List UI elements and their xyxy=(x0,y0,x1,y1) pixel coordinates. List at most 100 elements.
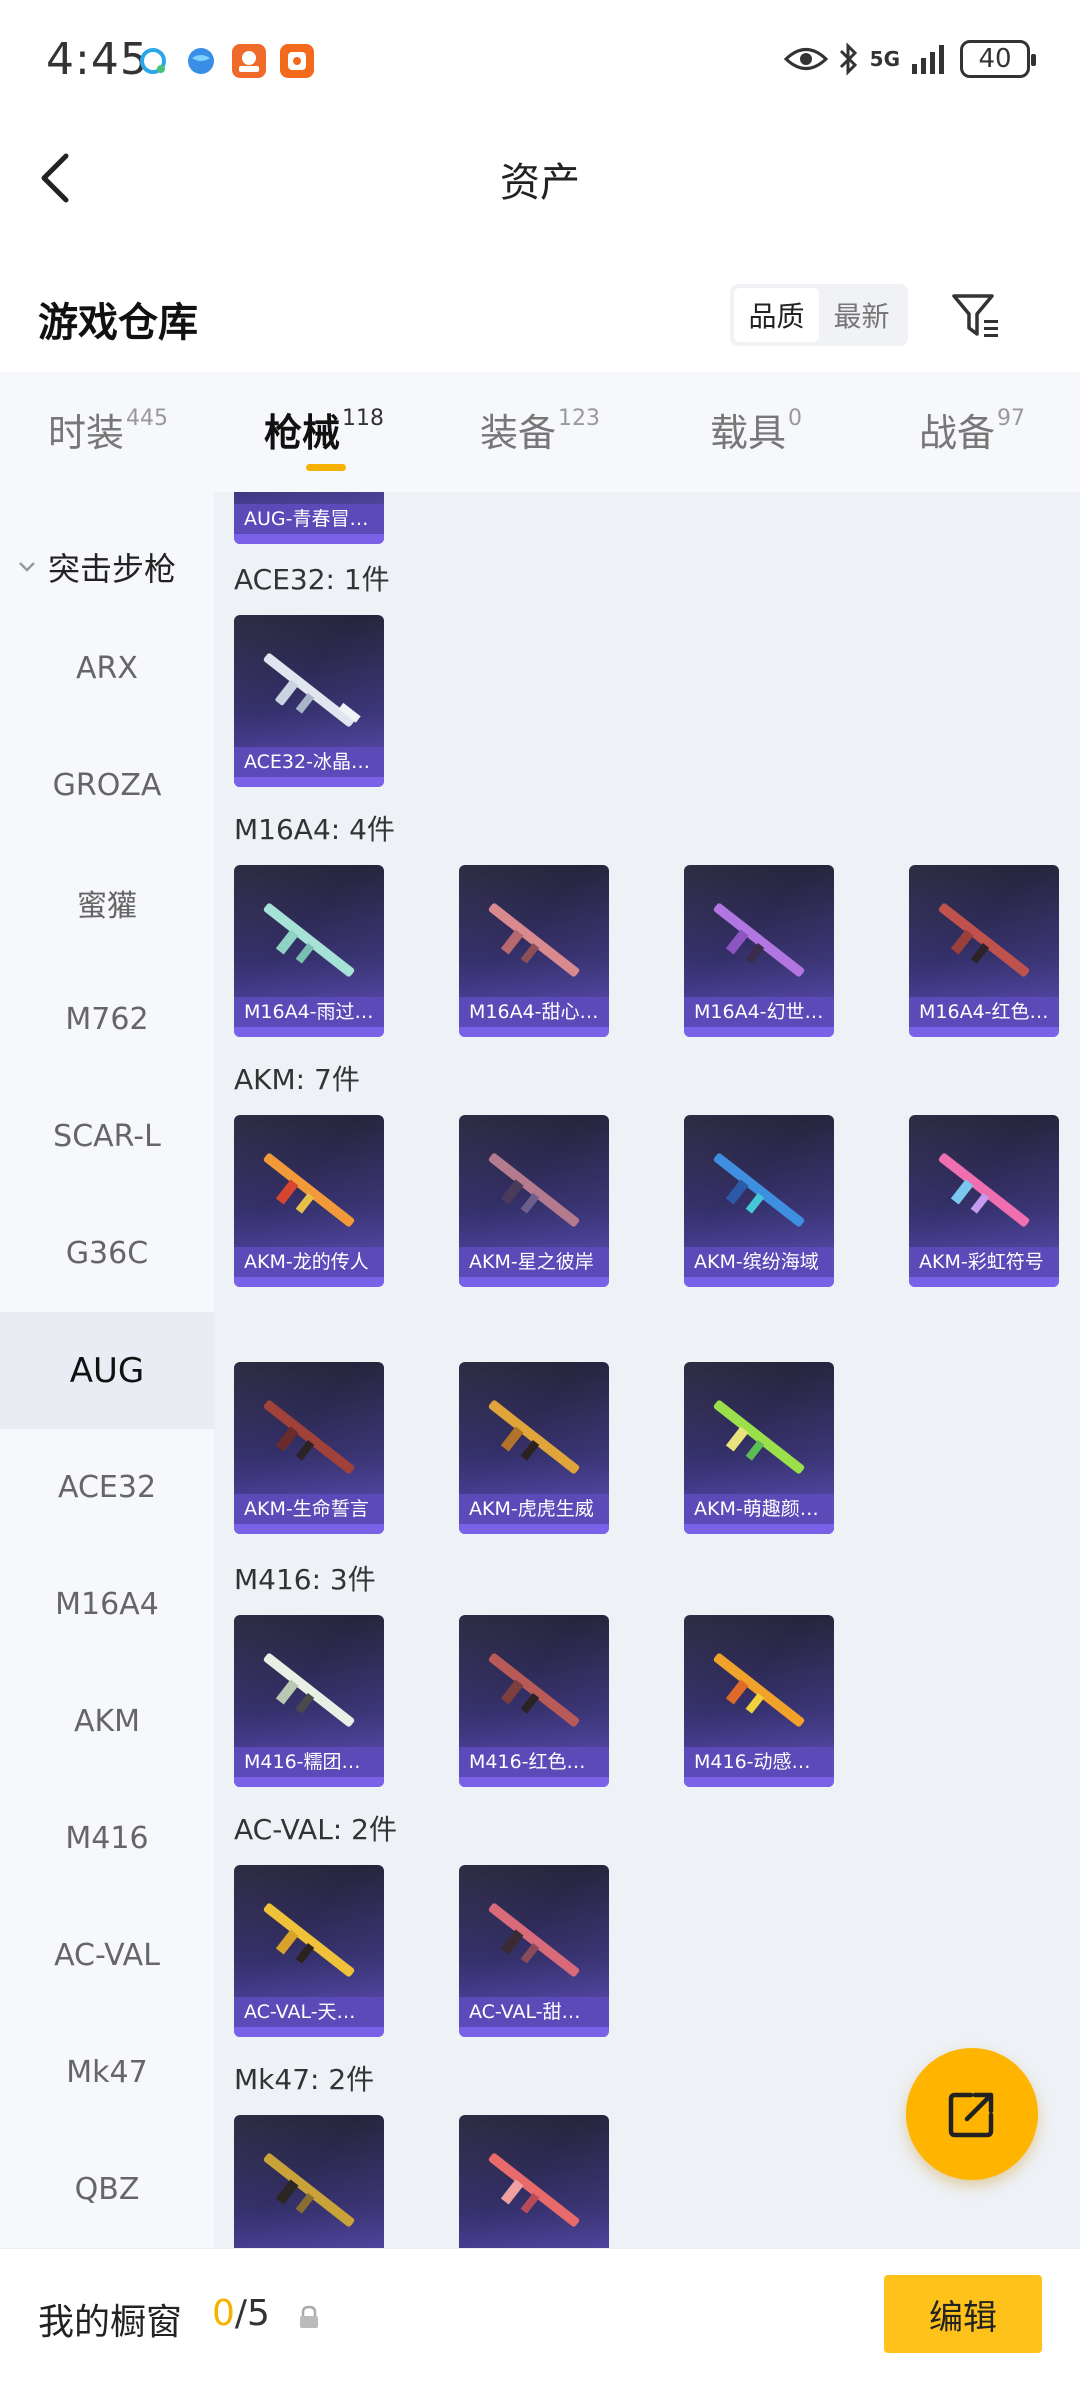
chat-app-icon xyxy=(136,44,170,78)
gun-image xyxy=(263,1903,355,1977)
gun-image xyxy=(488,1153,580,1227)
top-nav: 资产 xyxy=(0,120,1080,230)
tab-count: 118 xyxy=(342,406,384,431)
sidebar-item-groza[interactable]: GROZA xyxy=(0,727,214,844)
skin-card[interactable]: AC-VAL-天… xyxy=(234,1865,384,2037)
tab-supplies[interactable]: 战备97 xyxy=(864,372,1080,492)
group-header-ac-val: AC-VAL: 2件 xyxy=(234,1813,397,1846)
gun-image xyxy=(488,1653,580,1727)
eye-icon xyxy=(783,48,828,70)
edit-button[interactable]: 编辑 xyxy=(884,2275,1042,2353)
gun-image xyxy=(263,903,355,977)
skin-card[interactable]: ACE32-冰晶… xyxy=(234,615,384,787)
skin-card-label: AKM-萌趣颜… xyxy=(684,1494,834,1524)
notification-icons xyxy=(136,44,314,78)
sidebar-item-aug[interactable]: AUG xyxy=(0,1312,214,1429)
share-button[interactable] xyxy=(906,2048,1038,2180)
game-app-icon xyxy=(232,44,266,78)
sidebar-item-m762[interactable]: M762 xyxy=(0,961,214,1078)
tab-count: 123 xyxy=(558,406,600,431)
skin-card-label: AKM-星之彼岸 xyxy=(459,1247,609,1277)
tab-label: 枪械 xyxy=(263,411,340,455)
tab-label: 时装 xyxy=(47,411,124,455)
tab-equipment[interactable]: 装备123 xyxy=(432,372,648,492)
bluetooth-icon xyxy=(839,42,857,76)
skin-card[interactable]: M16A4-幻世… xyxy=(684,865,834,1037)
skin-card[interactable]: AKM-萌趣颜… xyxy=(684,1362,834,1534)
skin-card[interactable]: AKM-生命誓言 xyxy=(234,1362,384,1534)
skin-card-label: AKM-龙的传人 xyxy=(234,1247,384,1277)
gun-image xyxy=(263,1153,355,1227)
sidebar-item-arx[interactable]: ARX xyxy=(0,610,214,727)
showcase-label: 我的橱窗 xyxy=(38,2302,183,2343)
chevron-down-icon xyxy=(19,562,35,572)
status-time: 4:45 xyxy=(46,34,149,85)
network-type: 5G xyxy=(869,47,900,71)
skin-card[interactable]: AKM-星之彼岸 xyxy=(459,1115,609,1287)
page-title: 资产 xyxy=(500,160,580,206)
sidebar-item-m416[interactable]: M416 xyxy=(0,1780,214,1897)
share-external-icon xyxy=(948,2092,994,2138)
filter-button[interactable] xyxy=(948,288,1004,344)
sort-toggle: 品质 最新 xyxy=(730,284,908,346)
skin-card[interactable]: AKM-缤纷海域 xyxy=(684,1115,834,1287)
skin-card-label: AUG-青春冒… xyxy=(234,504,384,534)
skin-card[interactable]: AC-VAL-甜… xyxy=(459,1865,609,2037)
skin-card-label: AKM-彩虹符号 xyxy=(909,1247,1059,1277)
warehouse-title: 游戏仓库 xyxy=(38,300,198,346)
skin-card[interactable] xyxy=(459,2115,609,2248)
skin-card-label: AC-VAL-甜… xyxy=(459,1997,609,2027)
group-header-ace32: ACE32: 1件 xyxy=(234,563,390,596)
sidebar-item-qbz[interactable]: QBZ xyxy=(0,2131,214,2248)
skin-card[interactable] xyxy=(234,2115,384,2248)
warehouse-bar: 游戏仓库 品质 最新 xyxy=(0,270,1080,370)
sidebar-item-ace32[interactable]: ACE32 xyxy=(0,1429,214,1546)
gun-image xyxy=(263,1400,355,1474)
sidebar-category-assault-rifle[interactable]: 突击步枪 xyxy=(0,528,214,606)
gun-image xyxy=(713,1400,805,1474)
gun-image xyxy=(713,903,805,977)
skin-card[interactable]: M16A4-红色… xyxy=(909,865,1059,1037)
shop-app-icon xyxy=(280,44,314,78)
gun-image xyxy=(488,903,580,977)
showcase-count: 0/5 xyxy=(212,2293,270,2334)
skin-card-label: M416-动感… xyxy=(684,1747,834,1777)
sidebar-category-label: 突击步枪 xyxy=(48,550,177,588)
tab-label: 装备 xyxy=(479,411,556,455)
skin-card-label: M16A4-红色… xyxy=(909,997,1059,1027)
skin-card[interactable]: M16A4-雨过… xyxy=(234,865,384,1037)
tab-count: 97 xyxy=(997,406,1025,431)
skin-card-label: AC-VAL-天… xyxy=(234,1997,384,2027)
tab-label: 载具 xyxy=(709,411,786,455)
sidebar-item-akm[interactable]: AKM xyxy=(0,1663,214,1780)
skin-card[interactable]: AKM-虎虎生威 xyxy=(459,1362,609,1534)
skin-card[interactable]: AUG-青春冒… xyxy=(234,492,384,544)
showcase-bar: 我的橱窗 0/5 编辑 xyxy=(0,2248,1080,2381)
skin-card[interactable]: M416-糯团… xyxy=(234,1615,384,1787)
group-header-m16a4: M16A4: 4件 xyxy=(234,813,395,846)
skin-card-label: M16A4-甜心… xyxy=(459,997,609,1027)
skin-card-label: M16A4-雨过… xyxy=(234,997,384,1027)
skin-card[interactable]: M16A4-甜心… xyxy=(459,865,609,1037)
sidebar-item-scar-l[interactable]: SCAR-L xyxy=(0,1078,214,1195)
sidebar-item-honey-badger[interactable]: 蜜獾 xyxy=(0,844,214,961)
gun-image xyxy=(263,653,361,727)
sidebar-item-m16a4[interactable]: M16A4 xyxy=(0,1546,214,1663)
skin-card[interactable]: AKM-彩虹符号 xyxy=(909,1115,1059,1287)
tab-fashion[interactable]: 时装445 xyxy=(0,372,216,492)
gun-image xyxy=(488,1903,580,1977)
skin-card[interactable]: AKM-龙的传人 xyxy=(234,1115,384,1287)
group-header-m416: M416: 3件 xyxy=(234,1563,376,1596)
category-tabs: 时装445 枪械118 装备123 载具0 战备97 xyxy=(0,372,1080,492)
sort-quality-button[interactable]: 品质 xyxy=(734,288,819,342)
skin-card-label: M16A4-幻世… xyxy=(684,997,834,1027)
tab-guns[interactable]: 枪械118 xyxy=(216,372,432,492)
sort-newest-button[interactable]: 最新 xyxy=(819,288,904,342)
skin-card[interactable]: M416-动感… xyxy=(684,1615,834,1787)
sidebar-item-ac-val[interactable]: AC-VAL xyxy=(0,1897,214,2014)
filter-icon xyxy=(952,294,998,337)
skin-card[interactable]: M416-红色… xyxy=(459,1615,609,1787)
sidebar-item-g36c[interactable]: G36C xyxy=(0,1195,214,1312)
sidebar-item-mk47[interactable]: Mk47 xyxy=(0,2014,214,2131)
tab-vehicles[interactable]: 载具0 xyxy=(648,372,864,492)
